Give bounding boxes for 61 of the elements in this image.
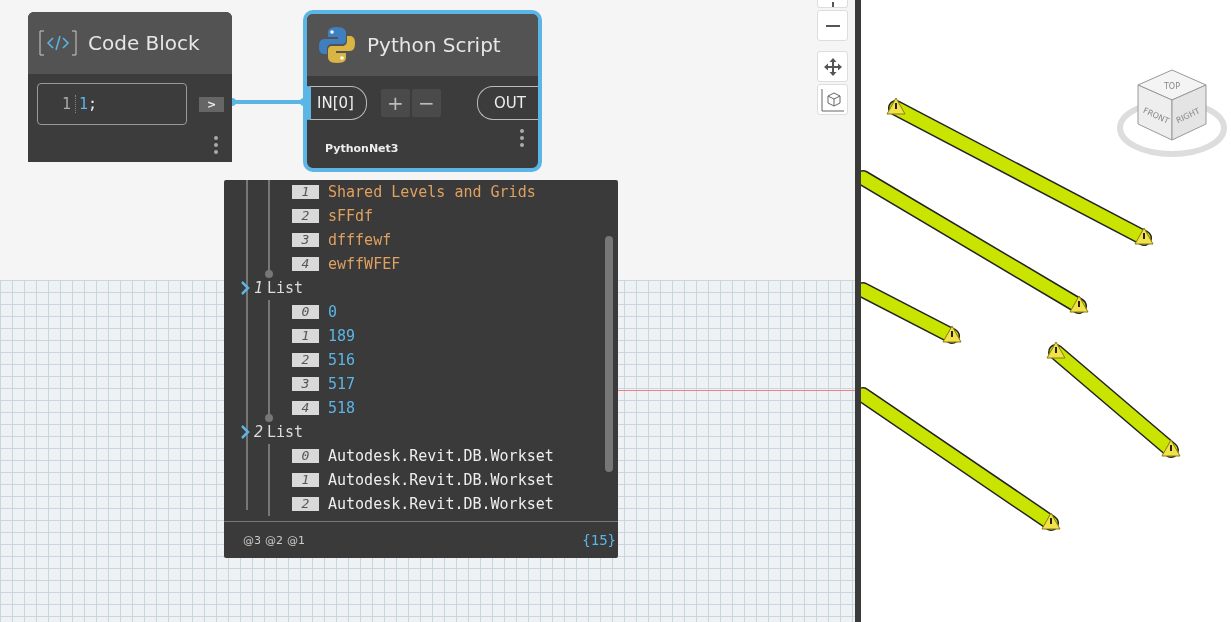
- item-value: 0: [328, 303, 338, 321]
- index-badge: 0: [292, 305, 319, 319]
- index-badge: 3: [292, 377, 319, 391]
- index-badge: 1: [292, 329, 319, 343]
- item-value: 516: [328, 351, 356, 369]
- scrollbar[interactable]: [605, 236, 613, 472]
- zoom-in-button[interactable]: [817, 0, 848, 8]
- code-brackets-icon: [38, 30, 78, 56]
- move-arrows-icon: [823, 57, 842, 76]
- list-index: 1: [254, 279, 264, 297]
- list-label: List: [267, 423, 304, 441]
- list-index: 2: [254, 423, 264, 441]
- python-logo-icon: [317, 25, 357, 65]
- index-badge: 0: [292, 449, 319, 463]
- code-text: 1;: [78, 95, 98, 113]
- index-badge: 2: [292, 353, 319, 367]
- item-value: 518: [328, 399, 356, 417]
- cube-icon: [819, 86, 846, 113]
- node-title: Code Block: [88, 31, 200, 55]
- output-port[interactable]: OUT: [477, 86, 538, 120]
- index-badge: 1: [292, 185, 319, 199]
- view-3d-button[interactable]: [817, 84, 848, 115]
- minus-icon: [825, 23, 840, 28]
- index-badge: 2: [292, 209, 319, 223]
- more-options-icon[interactable]: [520, 129, 524, 147]
- list-label: List: [267, 279, 304, 297]
- item-value: ewffWFEF: [328, 255, 401, 273]
- code-block-node[interactable]: Code Block 1 1; >: [28, 12, 232, 162]
- item-count: {15}: [582, 532, 616, 548]
- more-options-icon[interactable]: [214, 136, 218, 154]
- item-value: dfffewf: [328, 231, 392, 249]
- add-input-button[interactable]: +: [380, 89, 410, 117]
- item-value: 517: [328, 375, 356, 393]
- pan-button[interactable]: [817, 51, 848, 82]
- item-value: 189: [328, 327, 356, 345]
- level-label[interactable]: @2: [265, 533, 283, 547]
- cube-face-label: TOP: [1164, 82, 1180, 91]
- index-badge: 2: [292, 497, 319, 511]
- line-number: 1: [38, 95, 77, 113]
- item-value: Autodesk.Revit.DB.Workset: [328, 495, 554, 513]
- level-label[interactable]: @1: [287, 533, 305, 547]
- level-label[interactable]: @3: [243, 533, 261, 547]
- item-value: Shared Levels and Grids: [328, 183, 536, 201]
- python-script-node[interactable]: Python Script IN[0] + − OUT PythonNet3: [303, 10, 542, 172]
- zoom-out-button[interactable]: [817, 10, 848, 41]
- index-badge: 1: [292, 473, 319, 487]
- node-title: Python Script: [367, 33, 501, 57]
- item-value: Autodesk.Revit.DB.Workset: [328, 447, 554, 465]
- engine-label: PythonNet3: [325, 142, 399, 155]
- code-editor-field[interactable]: 1 1;: [37, 83, 187, 125]
- input-port[interactable]: IN[0]: [307, 86, 367, 120]
- item-value: sFFdf: [328, 207, 374, 225]
- item-value: Autodesk.Revit.DB.Workset: [328, 471, 554, 489]
- index-badge: 3: [292, 233, 319, 247]
- remove-input-button[interactable]: −: [411, 89, 441, 117]
- chevron-icon[interactable]: [240, 425, 250, 439]
- chevron-icon[interactable]: [240, 281, 250, 295]
- output-port[interactable]: >: [199, 96, 225, 112]
- index-badge: 4: [292, 257, 319, 271]
- index-badge: 4: [292, 401, 319, 415]
- plus-icon: [831, 2, 834, 7]
